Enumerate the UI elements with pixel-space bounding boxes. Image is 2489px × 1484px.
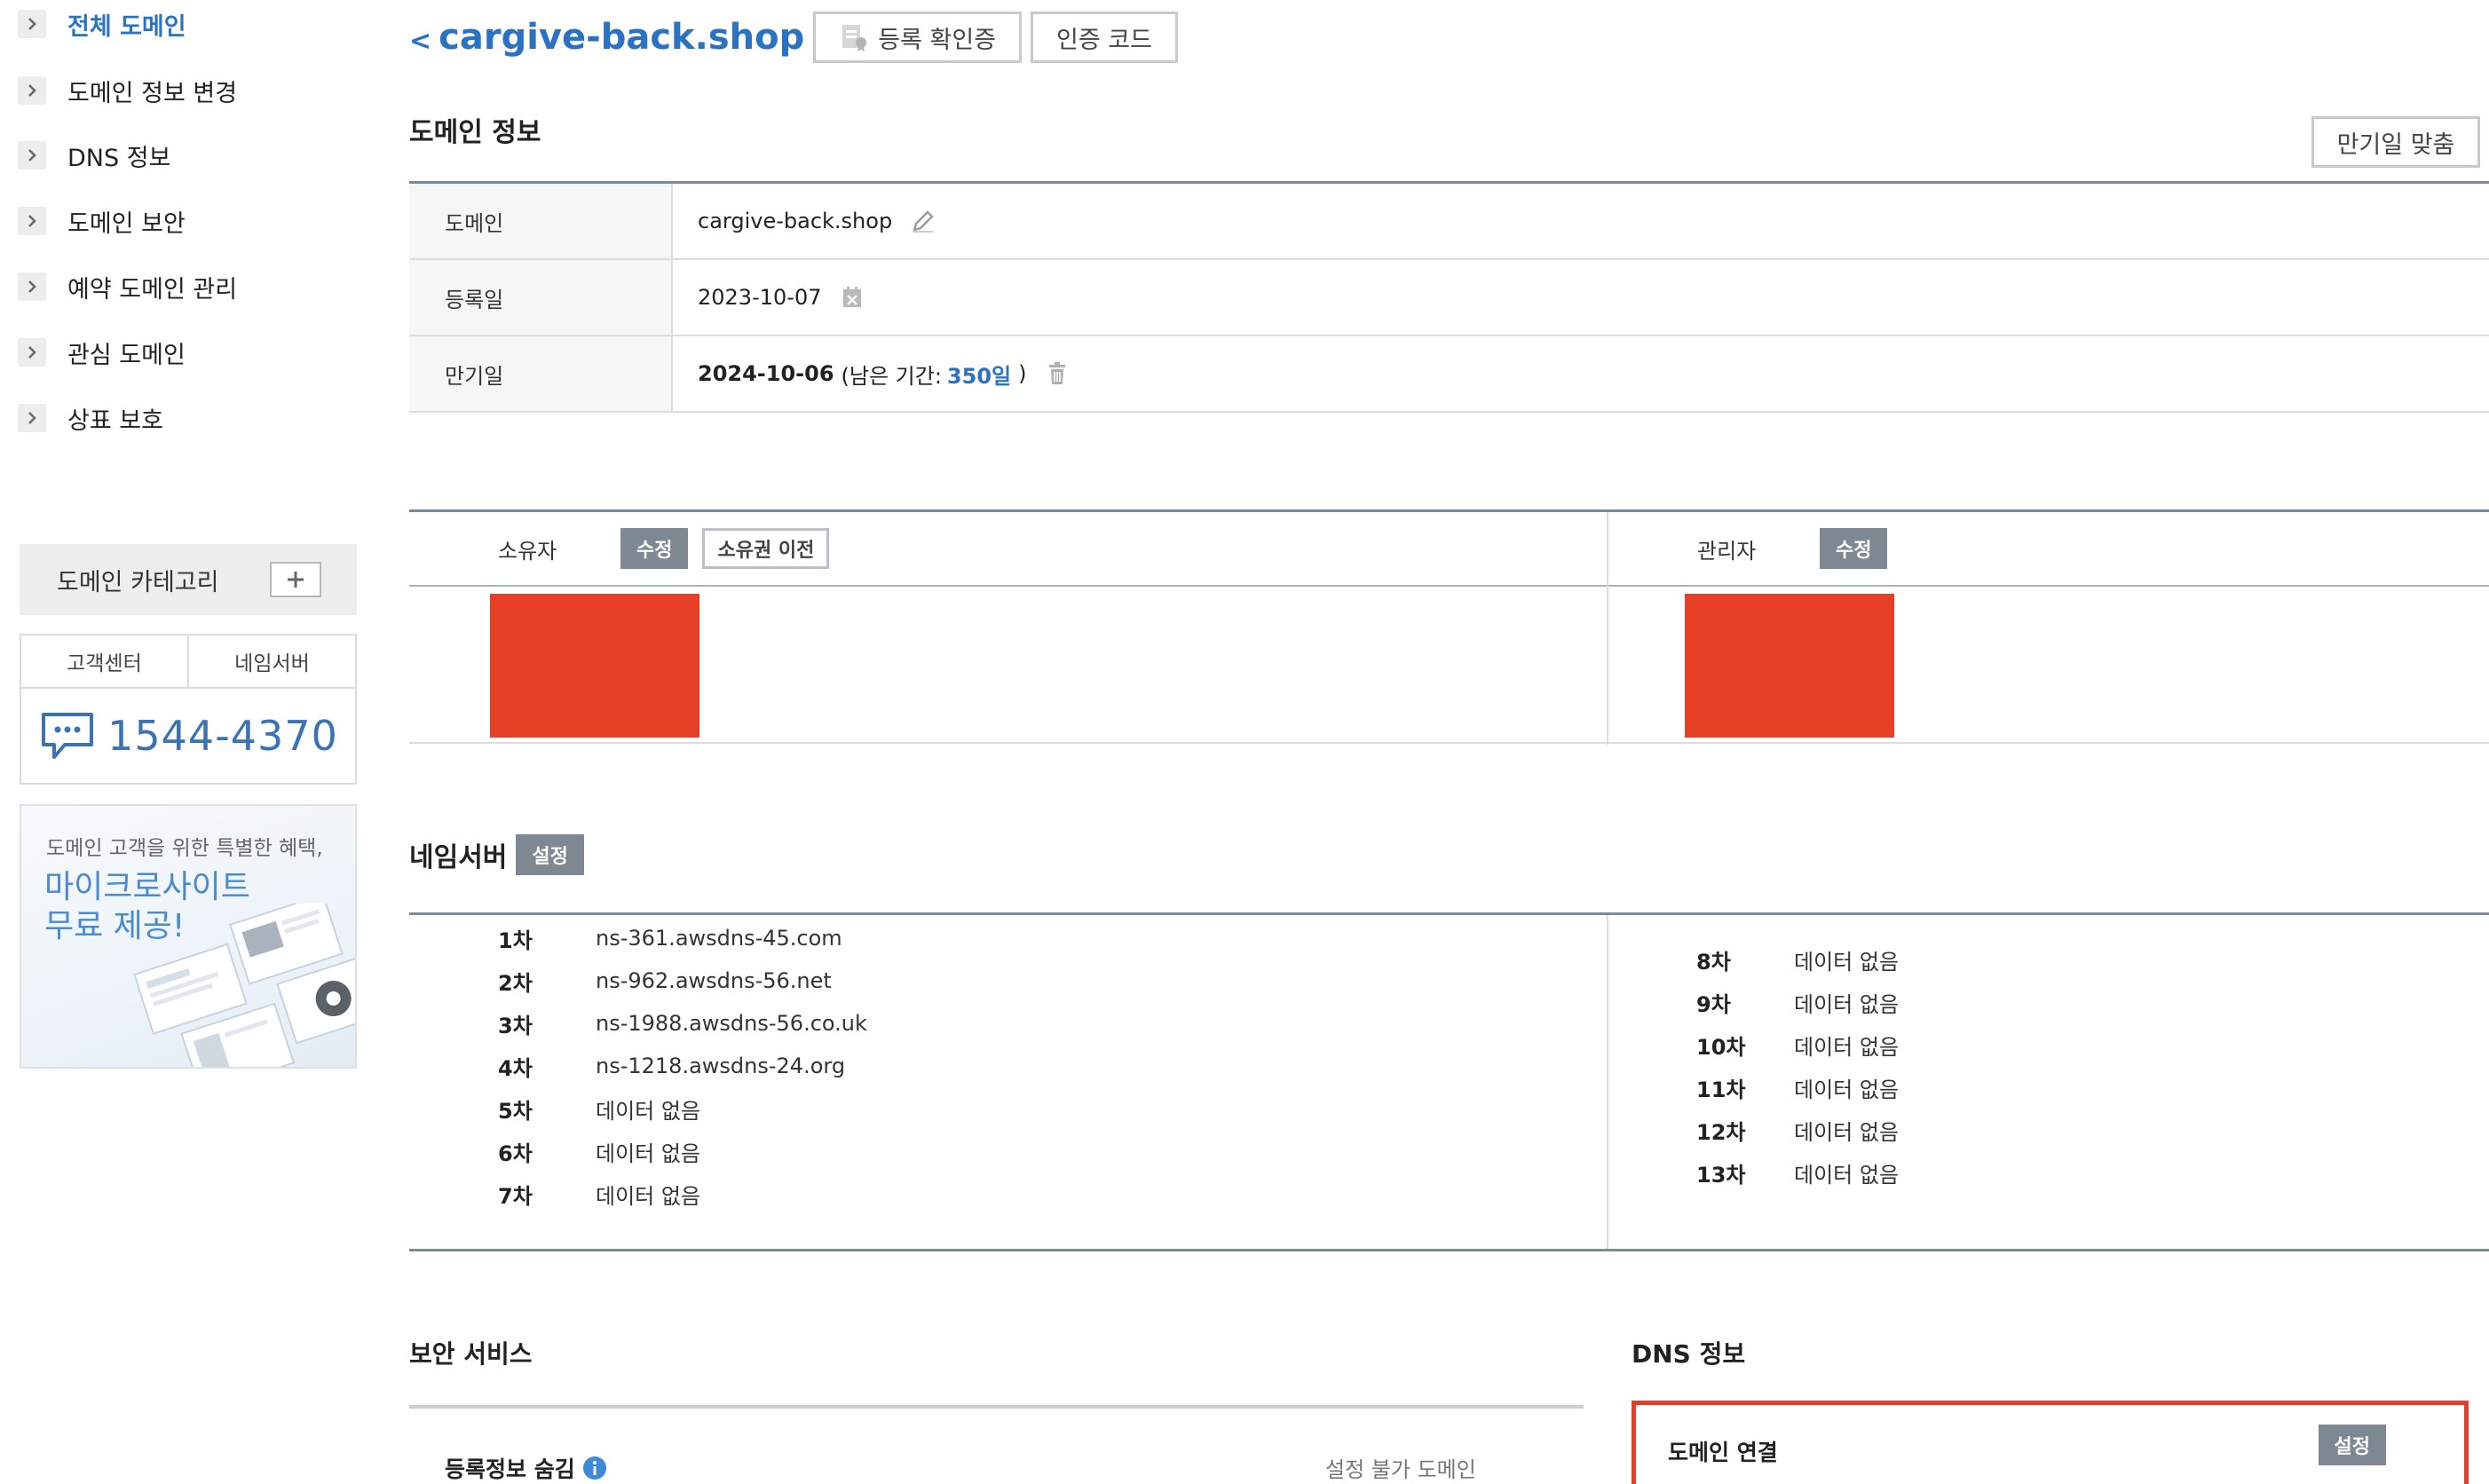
nameserver-setting-button[interactable]: 설정 bbox=[516, 834, 584, 875]
certificate-icon bbox=[842, 25, 867, 51]
calendar-icon[interactable] bbox=[839, 284, 865, 311]
ownership-transfer-button[interactable]: 소유권 이전 bbox=[702, 528, 830, 569]
divider bbox=[409, 1405, 1584, 1409]
contacts-section: 소유자 수정 소유권 이전 관리자 수정 bbox=[409, 509, 2489, 745]
sidebar-item-label: 상표 보호 bbox=[67, 407, 163, 435]
divider bbox=[1607, 512, 1608, 745]
page-header: < cargive-back.shop 등록 확인증 인증 코드 bbox=[409, 11, 1178, 64]
chevron-right-icon bbox=[18, 76, 46, 105]
sidebar-item-label: 관심 도메인 bbox=[67, 341, 186, 369]
row-label: 등록일 bbox=[409, 260, 673, 335]
sidebar-item-all-domains[interactable]: 전체 도메인 bbox=[18, 2, 186, 46]
dns-info-title: DNS 정보 bbox=[1632, 1339, 1746, 1369]
nameserver-table: 1차 ns-361.awsdns-45.com 2차 ns-962.awsdns-5… bbox=[409, 912, 2489, 1251]
admin-info-redacted bbox=[1685, 594, 1894, 738]
nameserver-title: 네임서버 bbox=[409, 842, 508, 873]
microsite-illustration bbox=[133, 904, 355, 1067]
table-row: 13차 데이터 없음 bbox=[1696, 1162, 1900, 1188]
table-row: 12차 데이터 없음 bbox=[1696, 1119, 1900, 1145]
table-row: 3차 ns-1988.awsdns-56.co.uk bbox=[498, 1011, 867, 1038]
sidebar: 전체 도메인 도메인 정보 변경 DNS 정보 도메인 보안 예약 도메인 관리… bbox=[0, 0, 364, 1484]
chevron-right-icon bbox=[18, 141, 46, 170]
domain-value: cargive-back.shop bbox=[673, 184, 936, 258]
table-row: 도메인 cargive-back.shop bbox=[409, 184, 2489, 260]
security-service-title: 보안 서비스 bbox=[409, 1339, 533, 1369]
row-label: 만기일 bbox=[409, 336, 673, 411]
page-title: cargive-back.shop bbox=[439, 17, 805, 58]
tab-nameserver[interactable]: 네임서버 bbox=[187, 635, 355, 687]
row-label: 도메인 bbox=[409, 184, 673, 258]
plus-icon bbox=[288, 572, 304, 588]
table-row: 11차 데이터 없음 bbox=[1696, 1077, 1900, 1102]
table-row: 9차 데이터 없음 bbox=[1696, 991, 1900, 1017]
owner-label: 소유자 bbox=[498, 538, 557, 564]
chevron-right-icon bbox=[18, 207, 46, 235]
domain-info-title: 도메인 정보 bbox=[409, 117, 541, 148]
add-category-button[interactable] bbox=[270, 562, 321, 597]
table-row: 2차 ns-962.awsdns-56.net bbox=[498, 968, 832, 996]
sidebar-item-domain-security[interactable]: 도메인 보안 bbox=[18, 199, 186, 243]
table-row: 8차 데이터 없음 bbox=[1696, 949, 1900, 975]
dns-link-box: 도메인 연결 설정 bbox=[1632, 1401, 2469, 1484]
sidebar-item-reserved-domains[interactable]: 예약 도메인 관리 bbox=[18, 264, 237, 309]
expiry-date-value: 2024-10-06 (남은 기간: 350일 ) bbox=[673, 336, 1071, 411]
table-row: 1차 ns-361.awsdns-45.com bbox=[498, 926, 842, 953]
owner-edit-button[interactable]: 수정 bbox=[620, 528, 689, 569]
pencil-icon[interactable] bbox=[910, 208, 936, 234]
table-row: 만기일 2024-10-06 (남은 기간: 350일 ) bbox=[409, 336, 2489, 413]
table-row: 10차 데이터 없음 bbox=[1696, 1034, 1900, 1060]
sidebar-item-domain-info-change[interactable]: 도메인 정보 변경 bbox=[18, 68, 237, 113]
remaining-days: 350일 bbox=[946, 363, 1012, 389]
microsite-promo-banner[interactable]: 도메인 고객을 위한 특별한 혜택, 마이크로사이트 무료 제공! bbox=[20, 804, 357, 1069]
hidden-info-row: 등록정보 숨김 bbox=[445, 1452, 607, 1484]
sidebar-item-label: DNS 정보 bbox=[67, 144, 171, 172]
sidebar-item-label: 도메인 보안 bbox=[67, 209, 186, 238]
sidebar-item-dns-info[interactable]: DNS 정보 bbox=[18, 133, 170, 178]
expiry-match-button[interactable]: 만기일 맞춤 bbox=[2311, 116, 2480, 168]
chevron-right-icon bbox=[18, 338, 46, 367]
owner-info-redacted bbox=[490, 594, 699, 738]
sidebar-item-trademark[interactable]: 상표 보호 bbox=[18, 396, 163, 440]
main-content: < cargive-back.shop 등록 확인증 인증 코드 도메인 정보 … bbox=[409, 0, 2489, 1484]
support-box: 고객센터 네임서버 1544-4370 bbox=[20, 634, 357, 785]
sidebar-item-label: 전체 도메인 bbox=[67, 12, 186, 41]
admin-header: 관리자 수정 bbox=[1608, 512, 2489, 587]
admin-label: 관리자 bbox=[1697, 538, 1757, 564]
hidden-info-label: 등록정보 숨김 bbox=[445, 1456, 575, 1482]
auth-code-button[interactable]: 인증 코드 bbox=[1031, 12, 1178, 63]
hidden-info-status: 설정 불가 도메인 bbox=[1325, 1457, 1476, 1482]
sidebar-item-favorite-domains[interactable]: 관심 도메인 bbox=[18, 330, 186, 375]
table-row: 5차 데이터 없음 bbox=[498, 1098, 701, 1124]
nameserver-header: 네임서버 설정 bbox=[409, 834, 584, 875]
registration-certificate-button[interactable]: 등록 확인증 bbox=[813, 12, 1023, 63]
promo-subtitle: 도메인 고객을 위한 특별한 혜택, bbox=[46, 837, 323, 860]
support-phone-number: 1544-4370 bbox=[107, 712, 338, 760]
back-link[interactable]: < bbox=[409, 26, 431, 57]
sidebar-item-label: 도메인 정보 변경 bbox=[67, 79, 238, 107]
domain-category-box: 도메인 카테고리 bbox=[20, 544, 357, 615]
chevron-right-icon bbox=[18, 10, 46, 38]
registration-date-value: 2023-10-07 bbox=[673, 260, 865, 335]
owner-header: 소유자 수정 소유권 이전 bbox=[409, 512, 1607, 587]
sidebar-item-label: 예약 도메인 관리 bbox=[67, 275, 238, 304]
table-row: 등록일 2023-10-07 bbox=[409, 260, 2489, 336]
dns-setting-button[interactable]: 설정 bbox=[2318, 1425, 2386, 1465]
domain-category-label: 도메인 카테고리 bbox=[57, 568, 219, 596]
trash-icon[interactable] bbox=[1044, 360, 1071, 387]
table-row: 6차 데이터 없음 bbox=[498, 1141, 701, 1166]
chevron-right-icon bbox=[18, 272, 46, 301]
info-icon[interactable] bbox=[582, 1456, 607, 1480]
domain-link-label: 도메인 연결 bbox=[1668, 1440, 1778, 1465]
domain-info-table: 도메인 cargive-back.shop 등록일 2023-10-07 만기일… bbox=[409, 181, 2489, 413]
table-row: 4차 ns-1218.awsdns-24.org bbox=[498, 1054, 846, 1081]
admin-edit-button[interactable]: 수정 bbox=[1820, 528, 1888, 569]
chat-bubble-icon bbox=[42, 713, 94, 759]
table-row: 7차 데이터 없음 bbox=[498, 1183, 701, 1209]
chevron-right-icon bbox=[18, 404, 46, 432]
tab-customer-center[interactable]: 고객센터 bbox=[21, 635, 187, 687]
